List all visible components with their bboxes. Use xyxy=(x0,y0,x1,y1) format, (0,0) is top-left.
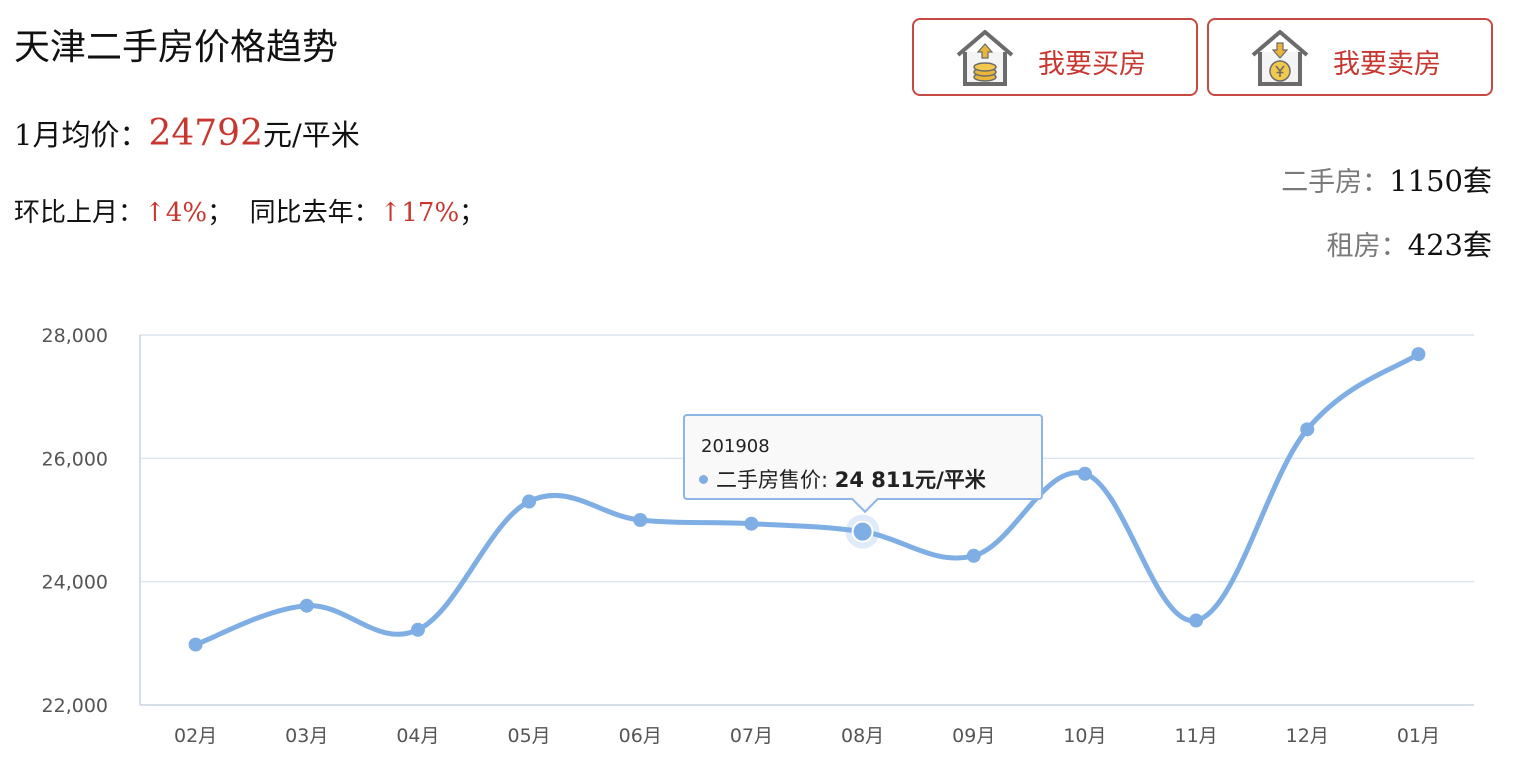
tooltip-series-dot xyxy=(699,474,708,484)
tooltip-value-line: 二手房售价: 24 811元/平米 xyxy=(699,464,986,494)
x-tick-label: 12月 xyxy=(1286,725,1329,747)
data-point xyxy=(299,598,314,613)
avg-value: 24792 xyxy=(148,113,263,154)
house-yuan-icon xyxy=(1251,30,1309,86)
x-tick-label: 08月 xyxy=(841,725,884,747)
data-point xyxy=(188,637,203,652)
x-tick-label: 02月 xyxy=(174,725,217,747)
tooltip-period: 201908 xyxy=(701,436,770,457)
rent-count-label: 租房： xyxy=(1326,231,1408,262)
chart-tooltip: 201908 二手房售价: 24 811元/平米 xyxy=(683,414,1043,514)
x-tick-label: 11月 xyxy=(1174,725,1217,747)
sale-count-label: 二手房： xyxy=(1281,167,1390,198)
y-tick-label: 22,000 xyxy=(42,695,108,717)
mom-label: 环比上月： xyxy=(14,198,145,228)
buy-house-label: 我要买房 xyxy=(1038,49,1146,80)
average-price: 1月均价：24792元/平米 xyxy=(14,112,360,154)
mom-value: ↑4% xyxy=(144,198,208,228)
y-tick-label: 24,000 xyxy=(42,572,108,594)
x-tick-label: 06月 xyxy=(619,725,662,747)
x-tick-label: 04月 xyxy=(396,725,439,747)
data-point xyxy=(744,516,759,531)
data-point xyxy=(1189,613,1204,628)
rent-count-value: 423套 xyxy=(1407,228,1492,262)
price-change: 环比上月：↑4%； 同比去年：↑17%； xyxy=(14,192,485,229)
data-point xyxy=(851,520,874,543)
y-tick-label: 26,000 xyxy=(42,448,108,470)
data-point xyxy=(633,513,648,527)
tooltip-value: 24 811元/平米 xyxy=(834,468,986,492)
yoy-value: ↑17% xyxy=(379,198,460,228)
yoy-end: ； xyxy=(459,198,486,228)
data-point xyxy=(966,548,981,563)
x-tick-label: 03月 xyxy=(285,725,328,747)
data-point xyxy=(410,622,425,637)
avg-label: 1月均价： xyxy=(14,118,149,152)
x-tick-label: 10月 xyxy=(1063,725,1106,747)
buy-house-button[interactable]: 我要买房 xyxy=(912,18,1198,96)
y-tick-label: 28,000 xyxy=(42,325,108,347)
data-point xyxy=(1300,422,1315,437)
sell-house-label: 我要卖房 xyxy=(1333,49,1441,80)
secondhand-listing-count: 二手房：1150套 xyxy=(1281,158,1492,200)
data-point xyxy=(1411,347,1426,362)
x-tick-label: 07月 xyxy=(730,725,773,747)
data-point xyxy=(1077,466,1092,481)
data-point xyxy=(522,494,537,509)
yoy-label: ； 同比去年： xyxy=(207,198,380,228)
house-coins-icon xyxy=(956,30,1014,86)
page-title: 天津二手房价格趋势 xyxy=(14,27,339,68)
sell-house-button[interactable]: 我要卖房 xyxy=(1207,18,1493,96)
avg-unit: 元/平米 xyxy=(262,118,360,152)
x-tick-label: 09月 xyxy=(952,725,995,747)
rental-listing-count: 租房：423套 xyxy=(1327,222,1492,264)
price-trend-chart: 22,000 24,000 26,000 28,000 02月 03月 04月 05月 06月 0… xyxy=(42,325,1474,747)
x-tick-label: 05月 xyxy=(507,725,550,747)
sale-count-value: 1150套 xyxy=(1389,164,1492,198)
x-tick-label: 01月 xyxy=(1397,725,1440,747)
tooltip-series-label: 二手房售价: xyxy=(716,468,835,492)
